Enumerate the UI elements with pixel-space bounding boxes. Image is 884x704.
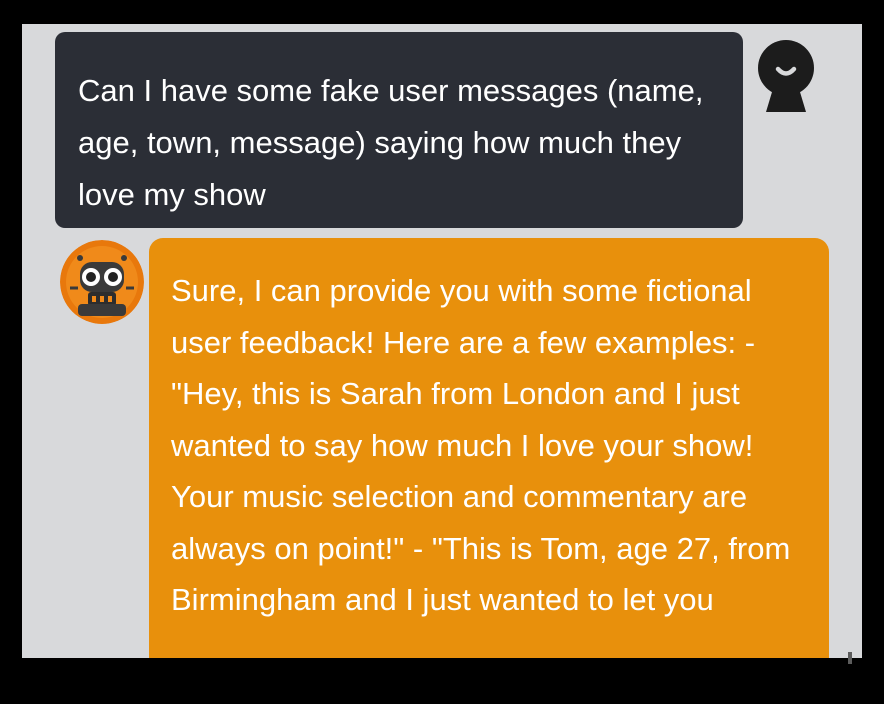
scrollbar-indicator[interactable] xyxy=(848,652,852,664)
chat-window: Can I have some fake user messages (name… xyxy=(22,24,862,658)
user-message-bubble: Can I have some fake user messages (name… xyxy=(55,32,743,228)
robot-avatar-icon[interactable] xyxy=(60,240,144,324)
assistant-message-bubble: Sure, I can provide you with some fictio… xyxy=(149,238,829,658)
user-message-text: Can I have some fake user messages (name… xyxy=(78,73,704,212)
user-avatar-icon[interactable] xyxy=(750,36,822,116)
assistant-message-text: Sure, I can provide you with some fictio… xyxy=(171,273,791,617)
